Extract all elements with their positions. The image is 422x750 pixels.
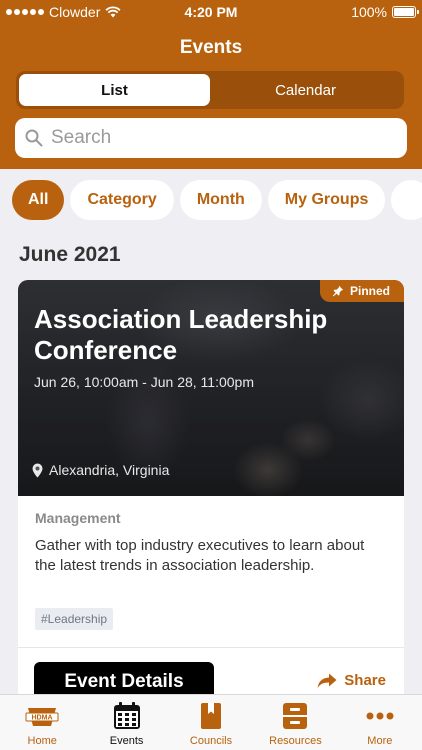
event-description: Gather with top industry executives to l… [35, 537, 365, 574]
file-cabinet-icon [282, 702, 308, 730]
hdma-logo-icon: HDMA [24, 702, 60, 730]
segment-calendar[interactable]: Calendar [210, 74, 401, 106]
status-bar: Clowder 4:20 PM 100% [0, 0, 422, 24]
status-right: 100% [351, 4, 419, 20]
pinned-badge: Pinned [319, 280, 404, 302]
tab-more[interactable]: More [338, 695, 422, 750]
share-label: Share [344, 672, 386, 689]
event-tag[interactable]: #Leadership [35, 608, 114, 630]
tab-bar: HDMA Home Events Councils Resources More [0, 694, 422, 750]
tab-events-label: Events [109, 735, 144, 747]
tab-home-label: Home [27, 735, 57, 747]
view-segmented-control: List Calendar [16, 71, 404, 109]
tab-resources[interactable]: Resources [253, 695, 337, 750]
share-button[interactable]: Share [317, 672, 386, 689]
tab-councils[interactable]: Councils [169, 695, 253, 750]
filter-chip-more-partial[interactable] [391, 180, 422, 220]
battery-percent: 100% [351, 4, 387, 20]
search-icon [25, 129, 43, 147]
event-location-text: Alexandria, Virginia [49, 462, 170, 478]
event-location: Alexandria, Virginia [32, 462, 169, 478]
event-card[interactable]: Pinned Association Leadership Conference… [18, 280, 404, 740]
filter-chip-my-groups[interactable]: My Groups [267, 180, 386, 220]
event-dates: Jun 26, 10:00am - Jun 28, 11:00pm [34, 374, 254, 390]
search-input[interactable]: Search [15, 118, 407, 158]
bookmark-book-icon [199, 702, 223, 730]
filter-chip-category[interactable]: Category [70, 180, 174, 220]
ellipsis-icon [365, 702, 395, 730]
tab-home[interactable]: HDMA Home [0, 695, 84, 750]
segment-list[interactable]: List [19, 74, 210, 106]
battery-icon [392, 6, 419, 18]
filter-chip-all[interactable]: All [12, 180, 65, 220]
tab-resources-label: Resources [269, 735, 322, 747]
calendar-icon [113, 702, 141, 730]
pin-icon [332, 285, 344, 297]
event-category: Management [35, 510, 121, 526]
tab-more-label: More [367, 735, 393, 747]
tab-councils-label: Councils [189, 735, 233, 747]
pinned-label: Pinned [349, 284, 390, 298]
hdma-logo-text: HDMA [32, 715, 53, 722]
share-arrow-icon [317, 673, 337, 688]
card-divider [18, 647, 404, 648]
event-title: Association Leadership Conference [34, 304, 328, 365]
page-title: Events [179, 37, 243, 58]
filter-chip-month[interactable]: Month [179, 180, 262, 220]
app-header: Clowder 4:20 PM 100% Events List Calenda… [0, 0, 422, 169]
month-heading: June 2021 [19, 243, 121, 266]
search-placeholder: Search [51, 127, 112, 148]
tab-events[interactable]: Events [84, 695, 168, 750]
location-pin-icon [32, 463, 43, 477]
filter-chips: All Category Month My Groups [12, 180, 422, 220]
